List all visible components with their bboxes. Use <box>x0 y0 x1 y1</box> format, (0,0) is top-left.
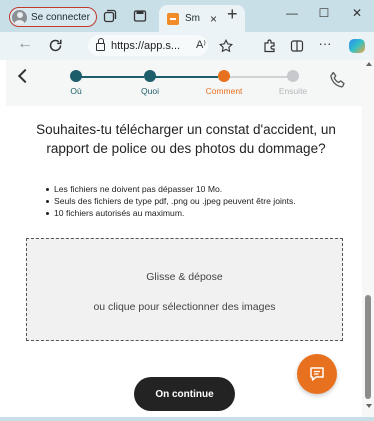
progress-stepper: Où Quoi Comment Ensuite <box>6 60 362 106</box>
step-connector <box>224 76 292 78</box>
tab-actions-icon[interactable] <box>133 9 147 23</box>
scrollbar-thumb[interactable] <box>365 295 371 399</box>
list-item: 10 fichiers autorisés au maximum. <box>46 207 356 219</box>
step-connector <box>76 76 144 78</box>
avatar-icon <box>12 9 27 25</box>
favorite-star-icon[interactable] <box>219 39 233 53</box>
split-screen-icon[interactable] <box>290 39 304 53</box>
list-item: Seuls des fichiers de type pdf, .png ou … <box>46 195 356 207</box>
browser-address-bar: ← https://app.s... A⁾ ··· <box>0 32 374 60</box>
tab-title: Sm <box>185 13 200 24</box>
window-close-button[interactable]: ✕ <box>349 6 365 20</box>
continue-button[interactable]: On continue <box>134 377 235 411</box>
window-bottom-border <box>0 417 374 421</box>
profile-button[interactable]: Se connecter <box>9 7 97 27</box>
chat-button[interactable] <box>297 354 337 394</box>
upload-question-heading: Souhaites-tu télécharger un constat d'ac… <box>36 122 336 156</box>
step-label-quoi: Quoi <box>141 86 159 96</box>
upload-rules-list: Les fichiers ne doivent pas dépasser 10 … <box>46 183 356 219</box>
window-maximize-button[interactable]: ☐ <box>316 6 332 20</box>
page-scrollbar[interactable] <box>362 60 374 417</box>
extensions-icon[interactable] <box>262 39 276 53</box>
list-item: Les fichiers ne doivent pas dépasser 10 … <box>46 183 356 195</box>
step-dot-ou <box>70 70 82 82</box>
more-options-icon[interactable]: ··· <box>316 36 334 51</box>
step-dot-comment <box>218 70 230 82</box>
scroll-up-icon[interactable] <box>366 62 372 66</box>
step-connector <box>150 76 218 78</box>
chat-icon <box>310 367 324 381</box>
new-tab-icon[interactable]: + <box>227 4 238 25</box>
step-dot-quoi <box>144 70 156 82</box>
back-arrow-icon[interactable]: ← <box>17 35 33 53</box>
step-label-ou: Où <box>70 86 82 96</box>
tab-close-icon[interactable]: × <box>210 12 217 26</box>
workspaces-icon[interactable] <box>103 9 117 23</box>
dropzone-title: Glisse & dépose <box>146 271 223 283</box>
profile-label: Se connecter <box>31 11 90 23</box>
scroll-down-icon[interactable] <box>366 404 372 408</box>
url-text: https://app.s... <box>111 39 181 52</box>
step-label-comment: Comment <box>205 86 243 96</box>
browser-tab-bar: Se connecter Sm × + — ☐ ✕ <box>0 0 374 32</box>
site-favicon-icon <box>167 12 179 25</box>
window-minimize-button[interactable]: — <box>284 6 300 20</box>
dropzone-subtitle: ou clique pour sélectionner des images <box>93 301 276 313</box>
page-content: Où Quoi Comment Ensuite Souhaites-tu tél… <box>6 60 362 417</box>
refresh-icon[interactable] <box>48 38 63 53</box>
lock-icon[interactable] <box>96 38 105 51</box>
url-input[interactable]: https://app.s... <box>88 35 208 56</box>
back-chevron-icon[interactable] <box>17 68 33 84</box>
step-dot-ensuite <box>287 70 299 82</box>
file-dropzone[interactable]: Glisse & dépose ou clique pour sélection… <box>26 238 343 341</box>
copilot-icon[interactable] <box>349 39 365 53</box>
step-label-ensuite: Ensuite <box>278 86 308 96</box>
read-aloud-icon[interactable]: A⁾ <box>192 38 210 51</box>
phone-icon[interactable] <box>328 70 348 90</box>
